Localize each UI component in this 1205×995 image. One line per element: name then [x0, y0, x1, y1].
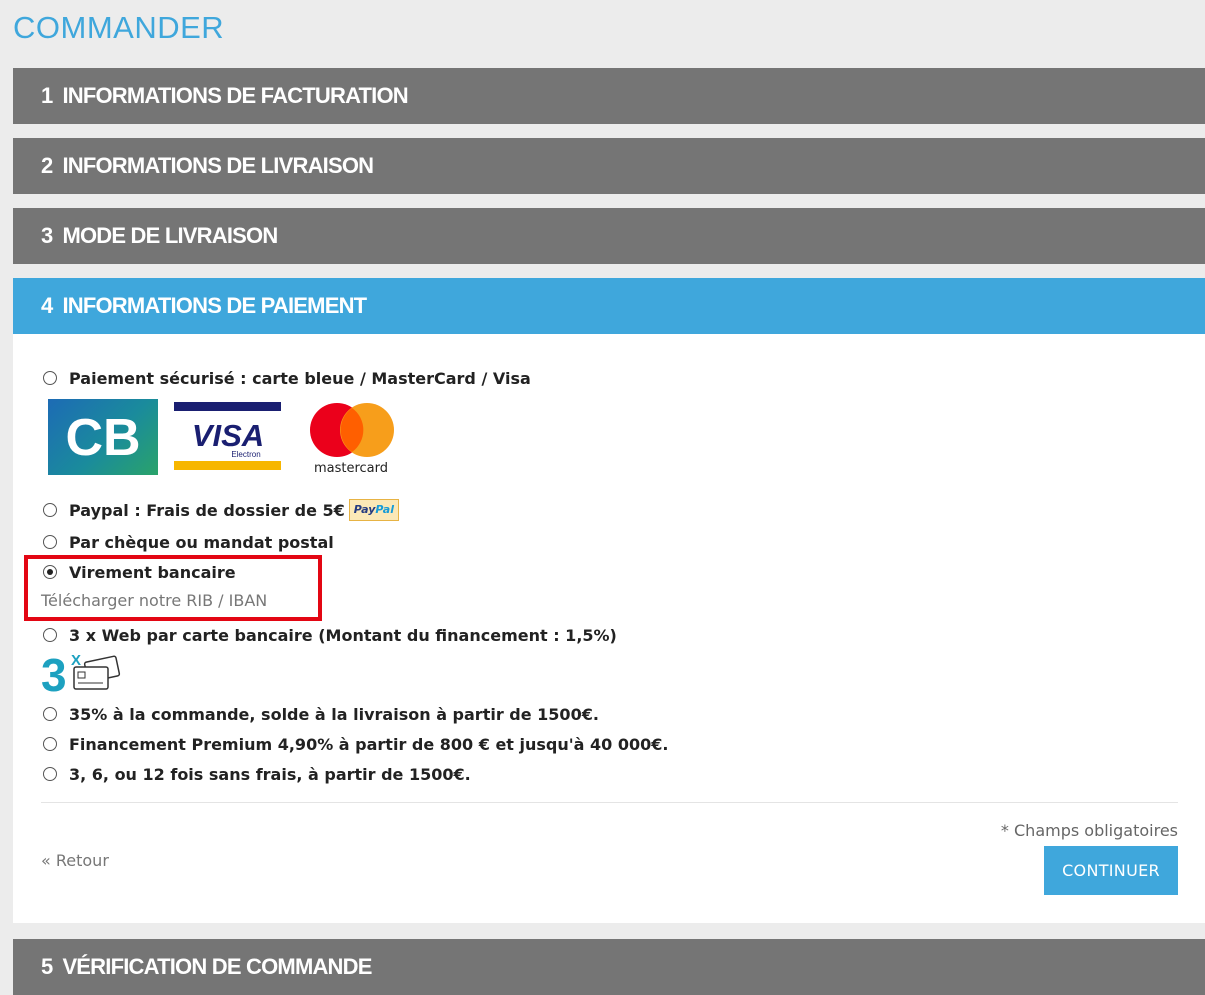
page-title: COMMANDER: [13, 10, 225, 45]
step-billing-info[interactable]: 1 INFORMATIONS DE FACTURATION: [13, 68, 1205, 124]
radio-card[interactable]: [43, 371, 57, 385]
step-shipping-info[interactable]: 2 INFORMATIONS DE LIVRAISON: [13, 138, 1205, 194]
payment-option-label: Paiement sécurisé : carte bleue / Master…: [69, 368, 531, 388]
payment-panel: Paiement sécurisé : carte bleue / Master…: [13, 334, 1205, 923]
payment-option-installments[interactable]: 3, 6, ou 12 fois sans frais, à partir de…: [43, 762, 471, 786]
cb-logo: CB: [48, 399, 158, 475]
divider: [41, 802, 1178, 803]
payment-option-35-percent[interactable]: 35% à la commande, solde à la livraison …: [43, 702, 599, 726]
svg-text:3: 3: [41, 649, 67, 695]
step-payment-info[interactable]: 4 INFORMATIONS DE PAIEMENT: [13, 278, 1205, 334]
required-fields-note: * Champs obligatoires: [1000, 821, 1178, 840]
highlight-box: [24, 555, 322, 621]
payment-option-3x-web[interactable]: 3 x Web par carte bancaire (Montant du f…: [43, 623, 617, 647]
payment-option-cheque[interactable]: Par chèque ou mandat postal: [43, 530, 334, 554]
visa-electron-logo: VISA Electron: [174, 402, 281, 470]
svg-text:CB: CB: [65, 409, 140, 467]
radio-installments[interactable]: [43, 767, 57, 781]
payment-option-label: Financement Premium 4,90% à partir de 80…: [69, 734, 669, 754]
continue-button[interactable]: CONTINUER: [1044, 846, 1178, 895]
payment-option-paypal[interactable]: Paypal : Frais de dossier de 5€ PayPal: [43, 498, 399, 522]
svg-text:VISA: VISA: [192, 418, 264, 453]
step-label: INFORMATIONS DE LIVRAISON: [62, 153, 374, 178]
radio-35-percent[interactable]: [43, 707, 57, 721]
step-number: 4: [41, 293, 53, 318]
svg-text:Electron: Electron: [231, 450, 260, 459]
step-label: INFORMATIONS DE PAIEMENT: [62, 293, 367, 318]
payment-option-label: Paypal : Frais de dossier de 5€: [69, 500, 345, 520]
step-number: 3: [41, 223, 53, 248]
step-order-review[interactable]: 5 VÉRIFICATION DE COMMANDE: [13, 939, 1205, 995]
payment-option-label: Par chèque ou mandat postal: [69, 532, 334, 552]
radio-cheque[interactable]: [43, 535, 57, 549]
step-label: MODE DE LIVRAISON: [62, 223, 278, 248]
payment-option-label: 3, 6, ou 12 fois sans frais, à partir de…: [69, 764, 471, 784]
payment-option-card[interactable]: Paiement sécurisé : carte bleue / Master…: [43, 366, 531, 390]
mastercard-logo: mastercard: [303, 400, 403, 478]
radio-premium-financing[interactable]: [43, 737, 57, 751]
step-number: 5: [41, 954, 53, 979]
paypal-logo: PayPal: [348, 499, 399, 521]
step-number: 1: [41, 83, 53, 108]
radio-paypal[interactable]: [43, 503, 57, 517]
back-link[interactable]: « Retour: [41, 851, 109, 870]
step-shipping-method[interactable]: 3 MODE DE LIVRAISON: [13, 208, 1205, 264]
step-label: INFORMATIONS DE FACTURATION: [62, 83, 408, 108]
payment-option-premium-financing[interactable]: Financement Premium 4,90% à partir de 80…: [43, 732, 668, 756]
radio-3x-web[interactable]: [43, 628, 57, 642]
svg-text:mastercard: mastercard: [314, 461, 388, 476]
step-number: 2: [41, 153, 53, 178]
three-x-card-icon: 3 X: [41, 647, 125, 701]
payment-option-label: 35% à la commande, solde à la livraison …: [69, 704, 599, 724]
payment-option-label: 3 x Web par carte bancaire (Montant du f…: [69, 625, 617, 645]
step-label: VÉRIFICATION DE COMMANDE: [62, 954, 372, 979]
